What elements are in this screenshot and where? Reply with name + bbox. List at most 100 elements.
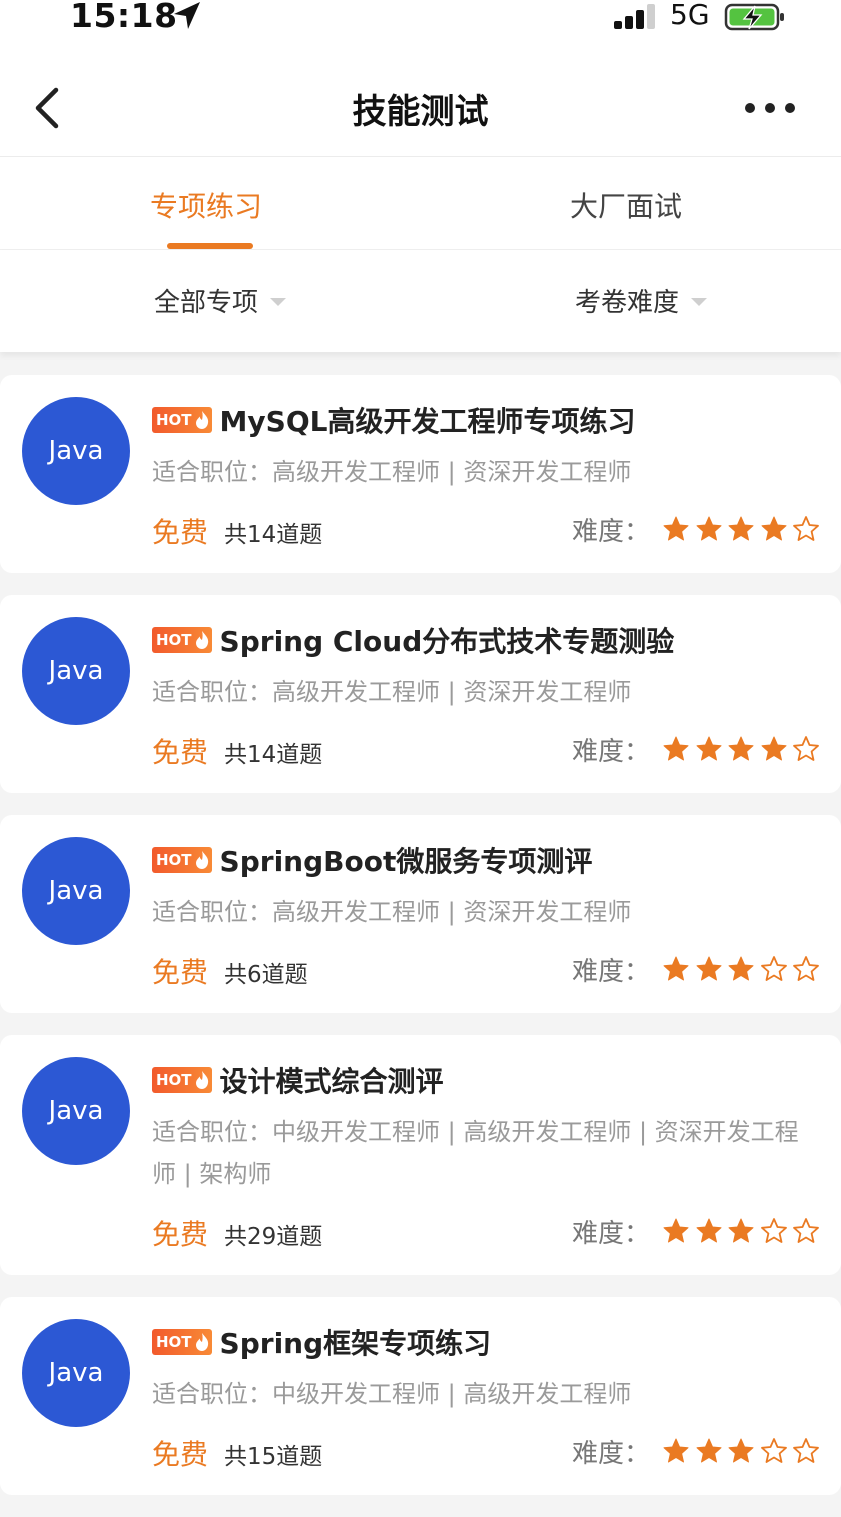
quiz-card[interactable]: Java HOT Spring Cloud分布式技术专题测验适合职位：高级开发工程师…	[0, 595, 841, 793]
star-filled-icon	[663, 1218, 689, 1243]
star-filled-icon	[696, 1438, 721, 1463]
tab-bar: 专项练习 大厂面试	[0, 157, 841, 250]
quiz-card[interactable]: Java HOT MySQL高级开发工程师专项练习适合职位：高级开发工程师 | 资深…	[0, 375, 841, 573]
card-title: Spring框架专项练习	[219, 1327, 492, 1360]
star-empty-icon	[793, 736, 819, 761]
star-filled-icon	[728, 1218, 754, 1243]
card-meta-row: 免费 共29道题 难度：	[152, 1211, 822, 1251]
signal-icon	[614, 4, 655, 29]
card-title: SpringBoot微服务专项测评	[219, 845, 593, 878]
card-title: Spring Cloud分布式技术专题测验	[219, 625, 675, 658]
card-meta-row: 免费 共6道题 难度：	[152, 949, 822, 989]
star-filled-icon	[728, 736, 754, 761]
star-filled-icon	[696, 956, 721, 981]
flame-icon	[195, 1333, 208, 1351]
card-title-row: HOT 设计模式综合测评	[152, 1063, 444, 1098]
card-meta-row: 免费 共14道题 难度：	[152, 729, 822, 769]
hot-badge-label: HOT	[156, 1333, 192, 1351]
flame-icon	[195, 631, 208, 649]
difficulty-label: 难度：	[572, 1439, 651, 1469]
avatar: Java	[22, 837, 130, 945]
star-filled-icon	[728, 516, 754, 541]
hot-badge-label: HOT	[156, 1071, 192, 1089]
card-positions: 适合职位：中级开发工程师 | 高级开发工程师 | 资深开发工程师 | 架构师	[152, 1118, 799, 1188]
question-count: 共6道题	[224, 962, 308, 988]
filter-difficulty[interactable]: 考卷难度	[575, 282, 708, 319]
caret-down-icon	[691, 297, 708, 306]
star-empty-icon	[793, 516, 819, 541]
card-title-row: HOT Spring Cloud分布式技术专题测验	[152, 623, 675, 658]
quiz-card[interactable]: Java HOT 设计模式综合测评适合职位：中级开发工程师 | 高级开发工程师 | …	[0, 1035, 841, 1275]
difficulty-stars	[662, 515, 825, 543]
page-title: 技能测试	[352, 92, 489, 132]
question-count: 共14道题	[224, 522, 323, 548]
star-filled-icon	[728, 956, 754, 981]
difficulty-label: 难度：	[572, 737, 651, 767]
star-filled-icon	[696, 516, 721, 541]
card-meta-row: 免费 共14道题 难度：	[152, 509, 822, 549]
hot-badge: HOT	[152, 847, 212, 873]
quiz-card[interactable]: Java HOT SpringBoot微服务专项测评适合职位：高级开发工程师 | 资…	[0, 815, 841, 1013]
network-label: 5G	[670, 0, 710, 31]
tab-special-practice[interactable]: 专项练习	[150, 185, 262, 225]
avatar: Java	[22, 397, 130, 505]
location-arrow-icon	[174, 2, 200, 29]
card-meta-row: 免费 共15道题 难度：	[152, 1431, 822, 1471]
difficulty-stars	[662, 1437, 825, 1465]
card-positions: 适合职位：高级开发工程师 | 资深开发工程师	[152, 458, 632, 486]
star-empty-icon	[793, 956, 819, 981]
more-icon[interactable]	[744, 100, 798, 116]
star-filled-icon	[696, 1218, 721, 1243]
difficulty-label: 难度：	[572, 517, 651, 547]
hot-badge: HOT	[152, 627, 212, 653]
difficulty-stars	[662, 1217, 825, 1245]
hot-badge: HOT	[152, 1329, 212, 1355]
price-label: 免费	[152, 736, 209, 769]
avatar: Java	[22, 1057, 130, 1165]
tab-active-indicator	[167, 243, 253, 249]
question-count: 共29道题	[224, 1224, 323, 1250]
hot-badge-label: HOT	[156, 411, 192, 429]
star-filled-icon	[663, 956, 689, 981]
avatar: Java	[22, 1319, 130, 1427]
star-empty-icon	[760, 1218, 787, 1243]
star-empty-icon	[793, 1438, 819, 1463]
caret-down-icon	[270, 297, 287, 306]
star-filled-icon	[663, 516, 689, 541]
nav-bar: 技能测试	[0, 50, 841, 157]
card-positions: 适合职位：高级开发工程师 | 资深开发工程师	[152, 678, 632, 706]
card-title-row: HOT Spring框架专项练习	[152, 1325, 492, 1360]
quiz-card[interactable]: Java HOT Spring框架专项练习适合职位：中级开发工程师 | 高级开发工程…	[0, 1297, 841, 1495]
star-empty-icon	[760, 956, 787, 981]
tab-big-company-interview[interactable]: 大厂面试	[570, 185, 682, 225]
star-filled-icon	[696, 736, 721, 761]
status-bar: 15:18 5G	[0, 0, 841, 50]
star-empty-icon	[793, 1218, 819, 1243]
difficulty-label: 难度：	[572, 957, 651, 987]
card-positions: 适合职位：中级开发工程师 | 高级开发工程师	[152, 1380, 632, 1408]
price-label: 免费	[152, 1438, 209, 1471]
star-filled-icon	[761, 516, 786, 541]
hot-badge-label: HOT	[156, 631, 192, 649]
avatar: Java	[22, 617, 130, 725]
question-count: 共15道题	[224, 1444, 323, 1470]
star-filled-icon	[663, 1438, 689, 1463]
star-empty-icon	[760, 1438, 787, 1463]
card-positions: 适合职位：高级开发工程师 | 资深开发工程师	[152, 898, 632, 926]
flame-icon	[195, 1071, 208, 1089]
status-time: 15:18	[70, 0, 178, 35]
difficulty-label: 难度：	[572, 1219, 651, 1249]
hot-badge: HOT	[152, 1067, 212, 1093]
price-label: 免费	[152, 956, 209, 989]
difficulty-stars	[662, 955, 825, 983]
star-filled-icon	[761, 736, 786, 761]
filter-bar: 全部专项 考卷难度	[0, 250, 841, 352]
star-filled-icon	[663, 736, 689, 761]
filter-all-topics[interactable]: 全部专项	[154, 282, 287, 319]
card-title: MySQL高级开发工程师专项练习	[219, 405, 636, 438]
card-title: 设计模式综合测评	[219, 1065, 444, 1098]
question-count: 共14道题	[224, 742, 323, 768]
filter-all-topics-label: 全部专项	[154, 288, 259, 318]
price-label: 免费	[152, 1218, 209, 1251]
price-label: 免费	[152, 516, 209, 549]
